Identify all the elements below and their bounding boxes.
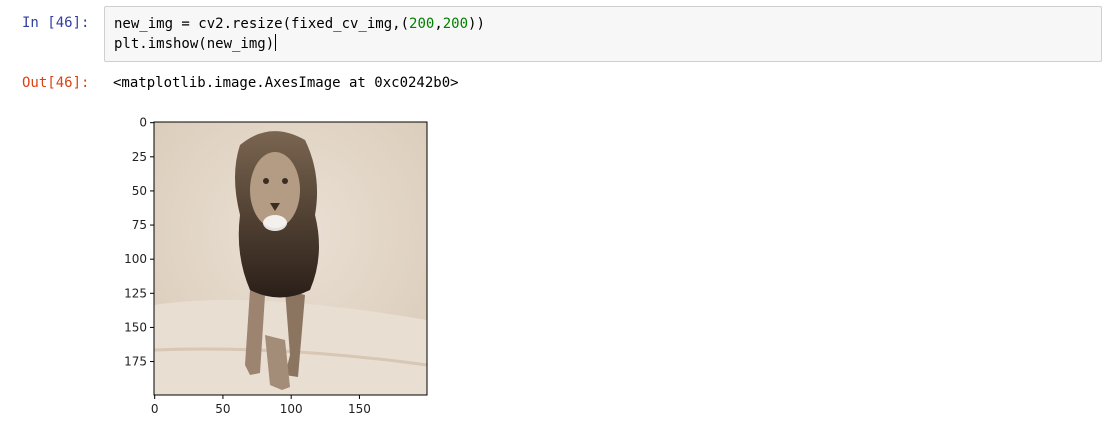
y-tick-label: 25 [132, 150, 147, 164]
x-tick-label: 0 [151, 402, 159, 416]
code-line-2[interactable]: plt.imshow(new_img) [114, 34, 277, 54]
output-text: <matplotlib.image.AxesImage at 0xc0242b0… [113, 75, 459, 91]
input-prompt: In [46]: [22, 15, 90, 31]
code-segment: plt.imshow(new_img) [114, 36, 275, 52]
x-tick-label: 50 [215, 402, 230, 416]
x-tick-label: 100 [280, 402, 303, 416]
y-tick-label: 100 [124, 252, 147, 266]
code-number: 200 [442, 16, 469, 32]
y-tick-label: 125 [124, 286, 147, 300]
x-tick-label: 150 [348, 402, 371, 416]
x-axis: 0 50 100 150 [151, 395, 371, 416]
code-number: 200 [409, 16, 435, 32]
y-tick-label: 175 [124, 355, 147, 369]
text-cursor [275, 34, 277, 51]
code-line-1[interactable]: new_img = cv2.resize(fixed_cv_img,(200,2… [114, 14, 485, 34]
code-cell-editor[interactable]: new_img = cv2.resize(fixed_cv_img,(200,2… [104, 6, 1102, 62]
imshow-plot: 0 25 50 75 100 125 150 175 0 50 100 150 [124, 116, 428, 416]
y-tick-label: 0 [139, 116, 147, 130]
code-segment: )) [468, 16, 485, 32]
output-prompt: Out[46]: [22, 75, 90, 91]
lion-photo-image [153, 122, 428, 395]
y-tick-label: 50 [132, 184, 147, 198]
code-segment: , [434, 16, 443, 32]
y-tick-label: 150 [124, 320, 147, 334]
y-tick-label: 75 [132, 218, 147, 232]
code-segment: new_img = cv2.resize(fixed_cv_img,( [114, 16, 410, 32]
y-axis: 0 25 50 75 100 125 150 175 [124, 116, 154, 369]
